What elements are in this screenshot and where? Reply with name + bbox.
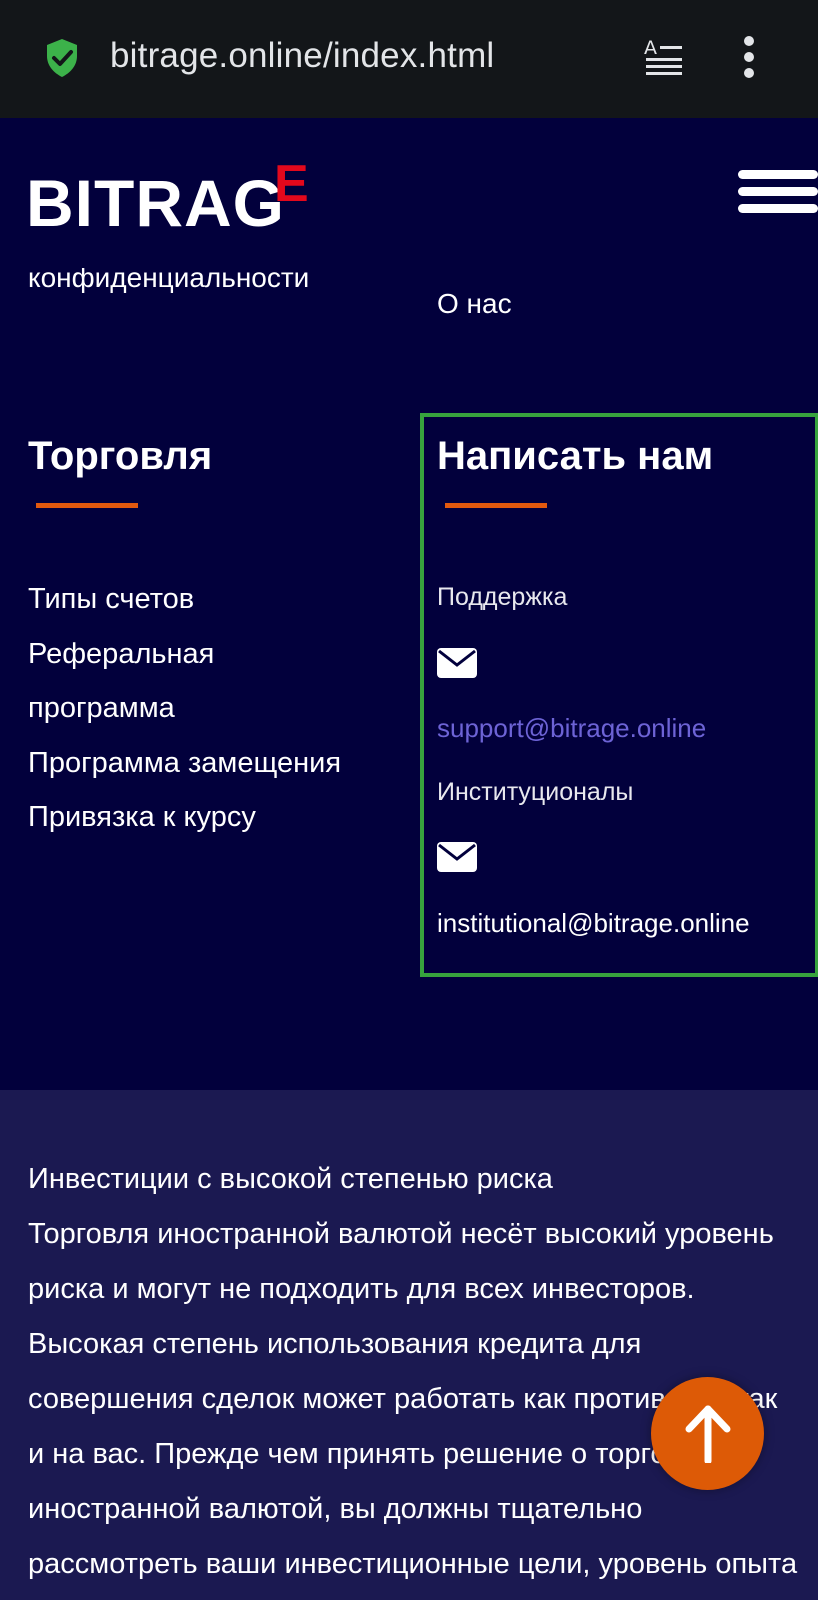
contact-title: Написать нам [437, 434, 714, 478]
risk-disclaimer-section: Инвестиции с высокой степенью риска Торг… [0, 1090, 818, 1600]
browser-url-bar: bitrage.online/index.html A [0, 0, 818, 118]
contact-section [420, 413, 818, 977]
site-header: BITRAG E [0, 118, 818, 268]
arrow-up-icon [685, 1405, 730, 1463]
envelope-icon [437, 648, 477, 678]
support-email-link[interactable]: support@bitrage.online [437, 713, 706, 744]
trading-links: Типы счетов Реферальная программа Програ… [28, 572, 408, 845]
logo[interactable]: BITRAG [26, 170, 285, 236]
hamburger-icon[interactable] [738, 170, 818, 214]
link-account-types[interactable]: Типы счетов [28, 572, 408, 627]
url-text[interactable]: bitrage.online/index.html [110, 36, 494, 76]
scroll-to-top-button[interactable] [651, 1377, 764, 1490]
link-referral-program[interactable]: программа [28, 681, 408, 736]
risk-disclaimer-text: Инвестиции с высокой степенью риска Торг… [28, 1163, 798, 1580]
logo-accent: E [274, 155, 309, 213]
institutional-email-link[interactable]: institutional@bitrage.online [437, 908, 791, 939]
about-link[interactable]: О нас [437, 288, 512, 320]
trading-title: Торговля [28, 434, 213, 478]
contact-underline [445, 503, 547, 508]
reader-mode-icon[interactable]: A [644, 36, 684, 76]
trading-underline [36, 503, 138, 508]
link-referral[interactable]: Реферальная [28, 627, 408, 682]
link-swap-program[interactable]: Программа замещения [28, 736, 408, 791]
institutional-label: Институционалы [437, 778, 634, 806]
svg-text:A: A [644, 37, 657, 59]
envelope-icon [437, 842, 477, 872]
more-vert-icon[interactable] [742, 36, 756, 78]
shield-check-icon [47, 39, 77, 77]
logo-main: BITRAG [26, 166, 285, 240]
support-label: Поддержка [437, 583, 568, 611]
link-rate-peg[interactable]: Привязка к курсу [28, 790, 408, 845]
